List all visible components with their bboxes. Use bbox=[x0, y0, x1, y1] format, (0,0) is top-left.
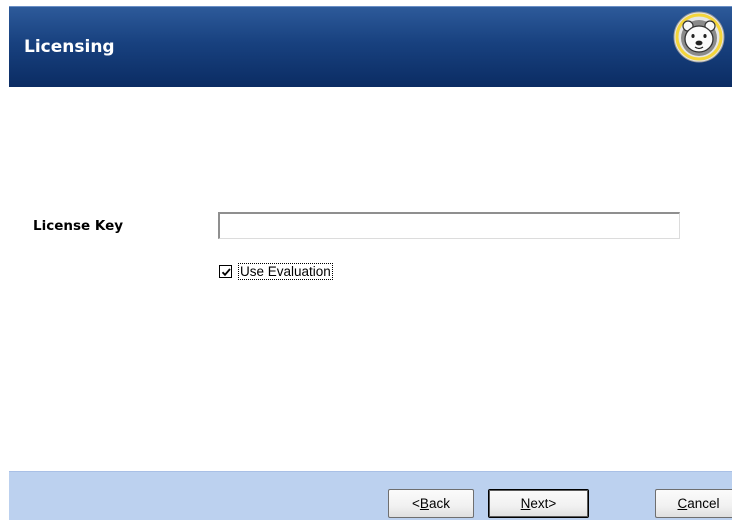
next-button-mnemonic: N bbox=[520, 496, 531, 511]
back-button-prefix: < bbox=[412, 496, 420, 511]
wizard-content: License Key Use Evaluation bbox=[9, 87, 732, 471]
cancel-button-label: ancel bbox=[687, 496, 720, 511]
next-button[interactable]: Next> bbox=[488, 489, 589, 518]
cancel-button[interactable]: Cancel bbox=[655, 489, 732, 518]
license-key-input[interactable] bbox=[218, 212, 680, 239]
back-button-mnemonic: B bbox=[419, 496, 429, 511]
use-evaluation-checkbox[interactable] bbox=[219, 264, 232, 278]
license-key-label: License Key bbox=[33, 218, 124, 234]
cancel-button-mnemonic: C bbox=[677, 496, 688, 511]
back-button[interactable]: < Back bbox=[388, 489, 474, 518]
polar-bear-logo-icon bbox=[673, 11, 725, 63]
page-title: Licensing bbox=[24, 37, 115, 57]
next-button-label: ext> bbox=[530, 496, 557, 511]
wizard-footer: < Back Next> Cancel bbox=[9, 471, 732, 520]
checkmark-icon bbox=[221, 267, 231, 276]
use-evaluation-row[interactable]: Use Evaluation bbox=[219, 261, 333, 281]
use-evaluation-label[interactable]: Use Evaluation bbox=[238, 262, 333, 280]
back-button-label: ack bbox=[428, 496, 450, 511]
wizard-header: Licensing bbox=[9, 6, 732, 87]
